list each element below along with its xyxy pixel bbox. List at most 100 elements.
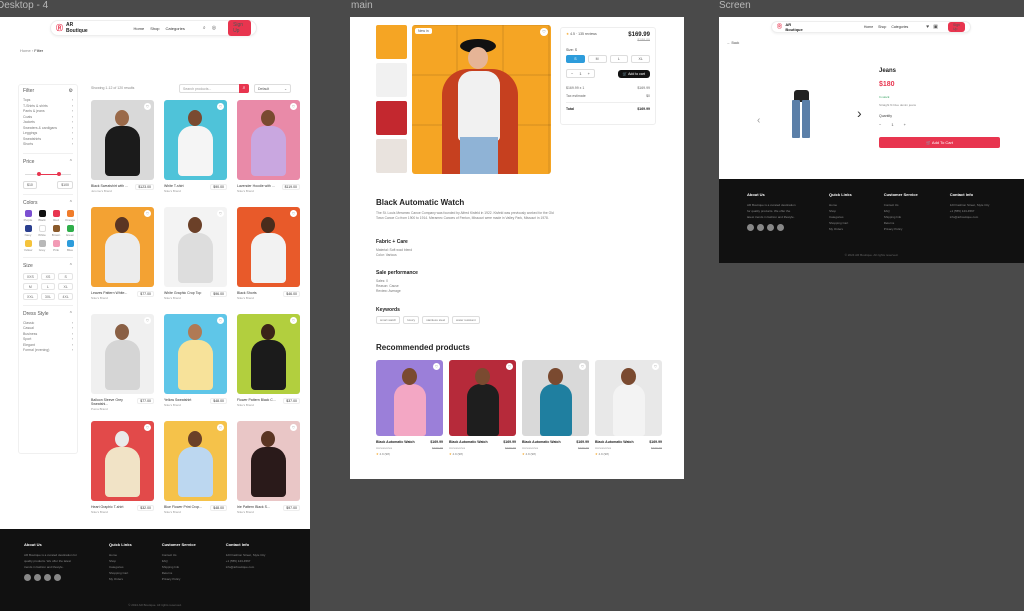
brand-name[interactable]: AR Boutique bbox=[66, 22, 94, 34]
product-image[interactable]: ♡ bbox=[91, 100, 154, 180]
chevron-right-icon[interactable]: › bbox=[857, 105, 862, 121]
color-dot[interactable] bbox=[66, 239, 74, 247]
product-card[interactable]: ♡ Yellow Sweatshirt Nike's Brand $48.00 bbox=[164, 314, 227, 421]
search-icon[interactable]: ⌕ bbox=[203, 25, 206, 31]
color-dot[interactable] bbox=[66, 209, 74, 217]
heart-icon[interactable]: ♡ bbox=[579, 363, 586, 370]
footer-link[interactable]: My Orders bbox=[829, 226, 852, 232]
color-dot[interactable] bbox=[52, 224, 60, 232]
footer-contact-line[interactable]: info@arboutique.com bbox=[950, 214, 990, 220]
product-image[interactable]: ♡ bbox=[91, 207, 154, 287]
size-button[interactable]: M bbox=[587, 55, 607, 63]
heart-icon[interactable]: ♡ bbox=[433, 363, 440, 370]
product-card[interactable]: ♡ Irie Pattern Black S... Nike's Brand $97.… bbox=[237, 421, 300, 528]
heart-icon[interactable]: ♥ bbox=[926, 24, 929, 30]
price-max-value[interactable]: $100 bbox=[57, 180, 73, 189]
add-to-cart-button[interactable]: 🛒 Add To Cart bbox=[879, 137, 1000, 148]
instagram-icon[interactable] bbox=[767, 224, 774, 231]
keyword-chip[interactable]: water resistant bbox=[452, 316, 480, 324]
color-swatch[interactable]: White bbox=[37, 224, 47, 237]
keyword-chip[interactable]: stainless steel bbox=[422, 316, 450, 324]
add-to-cart-button[interactable]: 🛒 Add to cart bbox=[617, 69, 650, 78]
sort-select[interactable]: Default ⌄ bbox=[254, 83, 291, 93]
color-dot[interactable] bbox=[24, 224, 32, 232]
nav-link-shop[interactable]: Shop bbox=[878, 25, 886, 29]
product-card[interactable]: ♡ Lavender Hoodie with ... Nike's Brand $11… bbox=[237, 100, 300, 207]
recommended-image[interactable]: ♡ bbox=[449, 360, 516, 436]
heart-icon[interactable]: ♡ bbox=[540, 28, 548, 36]
footer-link[interactable]: My Orders bbox=[109, 576, 132, 582]
recommended-image[interactable]: ♡ bbox=[595, 360, 662, 436]
color-dot[interactable] bbox=[52, 209, 60, 217]
logo-icon[interactable]: Ⓡ bbox=[777, 24, 782, 31]
footer-link[interactable]: Privacy Policy bbox=[162, 576, 196, 582]
thumbnail-3[interactable] bbox=[376, 101, 407, 135]
twitter-icon[interactable] bbox=[757, 224, 764, 231]
heart-icon[interactable]: ♡ bbox=[217, 103, 224, 110]
footer-contact-line[interactable]: info@arboutique.com bbox=[226, 564, 266, 570]
signup-button[interactable]: Sign Up bbox=[947, 22, 965, 32]
product-image[interactable]: ♡ bbox=[237, 207, 300, 287]
product-image[interactable]: ♡ bbox=[164, 314, 227, 394]
recommended-image[interactable]: ♡ bbox=[522, 360, 589, 436]
heart-icon[interactable]: ♡ bbox=[290, 317, 297, 324]
price-min-handle[interactable] bbox=[37, 171, 41, 176]
keyword-chip[interactable]: luxury bbox=[403, 316, 420, 324]
heart-icon[interactable]: ♡ bbox=[290, 210, 297, 217]
size-option[interactable]: S bbox=[58, 272, 73, 280]
size-option[interactable]: 3XL bbox=[40, 292, 56, 300]
color-swatch[interactable]: Grey bbox=[37, 239, 47, 252]
color-swatch[interactable]: Pink bbox=[51, 239, 61, 252]
product-card[interactable]: ♡ Black Shorts Nike's Brand $46.00 bbox=[237, 207, 300, 314]
color-dot[interactable] bbox=[24, 239, 32, 247]
size-option[interactable]: 4XL bbox=[58, 292, 73, 300]
heart-icon[interactable]: ♡ bbox=[217, 210, 224, 217]
nav-link-categories[interactable]: Categories bbox=[891, 25, 908, 29]
color-swatch[interactable]: Black bbox=[37, 209, 47, 222]
heart-icon[interactable]: ♡ bbox=[217, 424, 224, 431]
recommended-image[interactable]: ♡ bbox=[376, 360, 443, 436]
product-image[interactable]: ♡ bbox=[91, 421, 154, 501]
size-button[interactable]: XL bbox=[631, 55, 650, 63]
color-swatch[interactable]: Yellow bbox=[23, 239, 33, 252]
heart-icon[interactable]: ♡ bbox=[144, 210, 151, 217]
heart-icon[interactable]: ♡ bbox=[144, 424, 151, 431]
cart-icon[interactable]: ▣ bbox=[933, 24, 938, 30]
color-swatch[interactable]: Blue bbox=[65, 239, 75, 252]
product-card[interactable]: ♡ Blue Flower Print Crop... Nike's Brand $4… bbox=[164, 421, 227, 528]
product-card[interactable]: ♡ White T-shirt Nike's Brand $90.00 bbox=[164, 100, 227, 207]
signup-button[interactable]: Sign Up bbox=[228, 20, 251, 36]
color-swatch[interactable]: Red bbox=[51, 209, 61, 222]
thumbnail-1[interactable] bbox=[376, 25, 407, 59]
youtube-icon[interactable] bbox=[54, 574, 61, 581]
recommended-card[interactable]: ♡ Black Automatic Watch $169.99 Accessories… bbox=[595, 360, 662, 456]
color-dot[interactable] bbox=[38, 239, 46, 247]
size-option[interactable]: XXS bbox=[23, 272, 38, 280]
footer-link[interactable]: Privacy Policy bbox=[884, 226, 918, 232]
facebook-icon[interactable] bbox=[747, 224, 754, 231]
product-image[interactable]: ♡ bbox=[164, 207, 227, 287]
nav-link-categories[interactable]: Categories bbox=[166, 26, 185, 31]
chevron-up-icon[interactable]: ⌃ bbox=[69, 311, 73, 317]
price-slider[interactable] bbox=[23, 171, 73, 177]
color-dot[interactable] bbox=[38, 224, 46, 232]
plus-icon[interactable]: + bbox=[904, 122, 906, 127]
size-option[interactable]: XXL bbox=[23, 292, 38, 300]
heart-icon[interactable]: ♡ bbox=[290, 103, 297, 110]
recommended-card[interactable]: ♡ Black Automatic Watch $169.99 Accessories… bbox=[376, 360, 443, 456]
recommended-card[interactable]: ♡ Black Automatic Watch $169.99 Accessories… bbox=[522, 360, 589, 456]
breadcrumb-home[interactable]: Home bbox=[20, 48, 31, 53]
size-option[interactable]: XL bbox=[58, 282, 73, 290]
thumbnail-2[interactable] bbox=[376, 63, 407, 97]
heart-icon[interactable]: ♡ bbox=[290, 424, 297, 431]
chevron-up-icon[interactable]: ⌃ bbox=[69, 263, 73, 269]
product-card[interactable]: ♡ Balloon Sleeve Grey Sweatshi... Puma Bra… bbox=[91, 314, 154, 421]
keyword-chip[interactable]: smart watch bbox=[376, 316, 401, 324]
nav-link-home[interactable]: Home bbox=[864, 25, 873, 29]
color-swatch[interactable]: Green bbox=[65, 224, 75, 237]
color-dot[interactable] bbox=[66, 224, 74, 232]
heart-icon[interactable]: ♡ bbox=[144, 317, 151, 324]
nav-link-home[interactable]: Home bbox=[134, 26, 145, 31]
product-image[interactable]: ♡ bbox=[164, 421, 227, 501]
product-card[interactable]: ♡ Black Sweatshirt with ... Jerome's Brand… bbox=[91, 100, 154, 207]
